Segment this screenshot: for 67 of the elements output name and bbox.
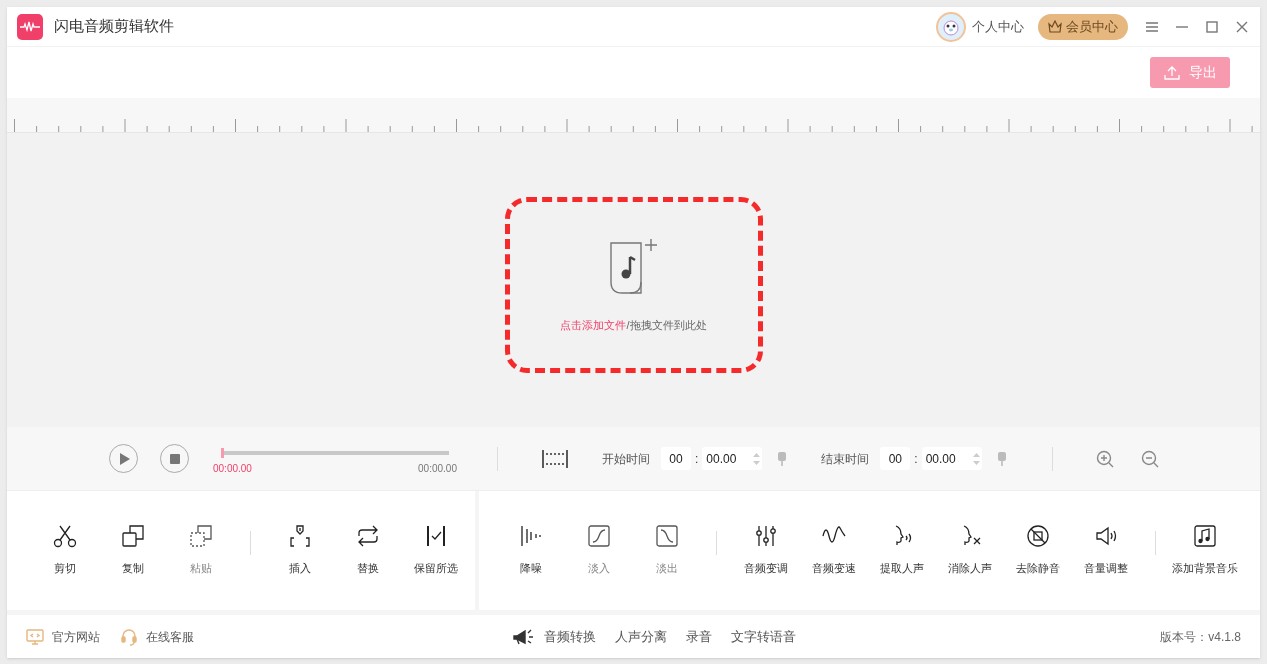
insert-tool-button[interactable]: 插入 — [266, 524, 334, 577]
footer-link[interactable]: 官方网站 — [52, 627, 100, 646]
selection-bracket-icon[interactable] — [542, 448, 568, 469]
seconds-spinbox[interactable]: 00.00 — [702, 447, 763, 470]
scissors-icon — [53, 524, 77, 549]
user-center-link[interactable]: 个人中心 — [972, 16, 1024, 37]
time-label: 开始时间 — [602, 450, 650, 468]
mute-voice-tool-button[interactable]: 消除人声 — [936, 524, 1004, 577]
feature-link[interactable]: 人声分离 — [615, 626, 667, 647]
music-note-tool-button[interactable]: 添加背景音乐 — [1171, 524, 1239, 577]
sound-bars-icon — [519, 524, 543, 549]
sliders-icon — [754, 524, 778, 549]
speaking-head-tool-button[interactable]: 提取人声 — [868, 524, 936, 577]
spinner-arrows-icon[interactable] — [753, 451, 761, 466]
scissors-tool-button[interactable]: 剪切 — [31, 524, 99, 577]
current-time: 00:00.00 — [213, 462, 252, 476]
copy-icon — [121, 524, 145, 549]
time-label: 结束时间 — [821, 450, 870, 468]
feature-link[interactable]: 音频转换 — [544, 626, 596, 647]
app-logo-icon — [17, 13, 43, 40]
drag-hint: /拖拽文件到此处 — [626, 318, 707, 331]
speaker-tool-button[interactable]: 音量调整 — [1072, 524, 1140, 577]
total-time: 00:00.00 — [418, 462, 457, 476]
vip-center-button[interactable]: 会员中心 — [1038, 13, 1128, 40]
maximize-icon[interactable] — [1204, 18, 1220, 35]
keep-selection-icon — [424, 524, 448, 549]
paste-icon — [189, 524, 213, 549]
megaphone-icon — [512, 627, 534, 646]
upload-icon — [1163, 64, 1181, 81]
headset-icon — [120, 627, 138, 646]
music-note-icon — [1193, 524, 1217, 549]
minutes-field[interactable]: 00 — [880, 447, 911, 470]
feature-link[interactable]: 文字转语音 — [731, 626, 796, 647]
minutes-field[interactable]: 00 — [661, 447, 691, 470]
zoom-out-icon[interactable] — [1140, 449, 1159, 468]
add-music-file-icon — [607, 236, 660, 297]
time-separator: : — [695, 450, 699, 468]
copy-tool-button[interactable]: 复制 — [99, 524, 167, 577]
crown-icon — [1048, 20, 1062, 33]
seconds-spinbox[interactable]: 00.00 — [921, 447, 982, 470]
feature-link[interactable]: 录音 — [686, 626, 712, 647]
time-separator: : — [914, 450, 918, 468]
sliders-tool-button[interactable]: 音频变调 — [732, 524, 800, 577]
fade-out-icon — [655, 524, 679, 549]
sound-bars-tool-button[interactable]: 降噪 — [497, 524, 565, 577]
monitor-icon — [26, 627, 44, 646]
wave-tool-button[interactable]: 音频变速 — [800, 524, 868, 577]
avatar-icon[interactable] — [936, 11, 966, 42]
version-label: 版本号：v4.1.8 — [1160, 628, 1241, 646]
window-title: 闪电音频剪辑软件 — [54, 16, 174, 37]
spinner-arrows-icon[interactable] — [972, 451, 980, 466]
stop-icon — [168, 452, 181, 465]
pin-icon[interactable] — [777, 450, 788, 467]
footer-link[interactable]: 在线客服 — [146, 627, 194, 646]
insert-icon — [288, 524, 312, 549]
silence-removal-icon — [1026, 524, 1050, 549]
replace-icon — [356, 524, 380, 549]
fade-in-icon — [587, 524, 611, 549]
silence-removal-tool-button[interactable]: 去除静音 — [1004, 524, 1072, 577]
keep-selection-tool-button[interactable]: 保留所选 — [402, 524, 470, 577]
drop-zone[interactable]: 点击添加文件/拖拽文件到此处 — [504, 197, 763, 373]
pin-icon[interactable] — [996, 450, 1007, 467]
zoom-in-icon[interactable] — [1095, 449, 1114, 468]
play-icon — [117, 452, 130, 465]
progress-track[interactable] — [221, 451, 449, 455]
replace-tool-button[interactable]: 替换 — [334, 524, 402, 577]
progress-thumb[interactable] — [221, 448, 224, 458]
